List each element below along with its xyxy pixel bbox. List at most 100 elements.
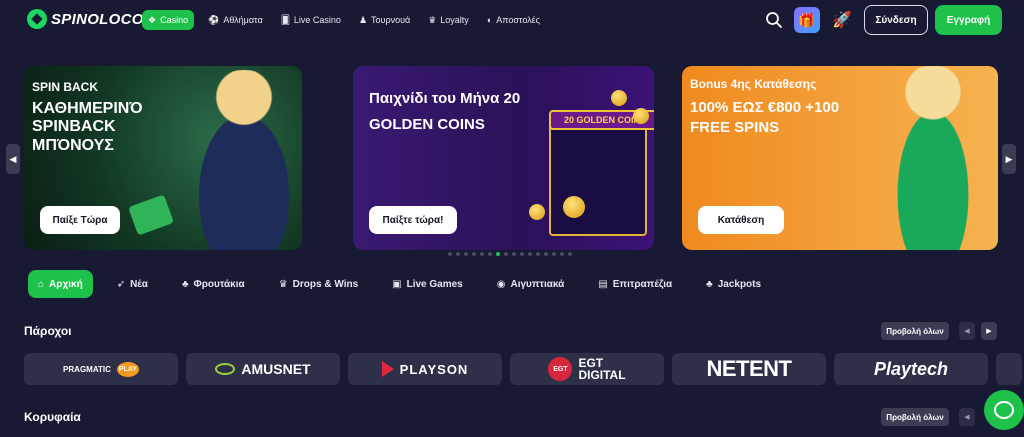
provider-amusnet-label: AMUSNET [241, 361, 311, 377]
category-tabs: ⌂ Αρχική ➶ Νέα ♣ Φρουτάκια ♛ Drops & Win… [28, 270, 785, 298]
tab-table-games[interactable]: ▤ Επιτραπέζια [588, 270, 682, 298]
carousel-dot[interactable] [480, 252, 484, 256]
tournament-icon: ♟ [358, 14, 368, 25]
providers-view-all-button[interactable]: Προβολή όλων [881, 322, 949, 340]
banner-spinback-subtitle: SPIN BACK [32, 80, 99, 94]
search-icon[interactable] [765, 11, 783, 29]
banner-spinback-title: ΚΑΘΗΜΕΡΙΝΌ SPINBACK ΜΠΌΝΟΥΣ [32, 100, 143, 154]
provider-playtech[interactable]: Playtech [834, 353, 988, 385]
carousel-dot[interactable] [488, 252, 492, 256]
nav-loyalty[interactable]: ♛ Loyalty [424, 10, 473, 30]
nav-sports[interactable]: ⚽ Αθλήματα [204, 10, 267, 30]
carousel-dot[interactable] [496, 252, 500, 256]
tab-home[interactable]: ⌂ Αρχική [28, 270, 93, 298]
cards-icon: ▣ [392, 278, 402, 290]
carousel-dots [448, 252, 572, 256]
provider-playson[interactable]: PLAYSON [348, 353, 502, 385]
tab-jackpots-label: Jackpots [717, 278, 762, 290]
carousel-prev-button[interactable]: ◀ [6, 144, 20, 174]
tab-home-label: Αρχική [49, 278, 83, 290]
nav-loyalty-label: Loyalty [440, 15, 469, 25]
carousel-dot[interactable] [552, 252, 556, 256]
carousel-dot[interactable] [560, 252, 564, 256]
tab-jackpots[interactable]: ♣ Jackpots [696, 270, 771, 298]
top-prev-button[interactable]: ◀ [959, 408, 975, 426]
banner-cash-image [128, 194, 174, 236]
tab-egyptian-label: Αιγυπτιακά [510, 278, 565, 290]
chat-support-button[interactable] [984, 390, 1024, 430]
cherry-icon: ♣ [181, 278, 189, 290]
logo-text: SPINOLOCO [51, 10, 144, 28]
carousel-dot[interactable] [504, 252, 508, 256]
eye-icon: ◉ [496, 278, 506, 290]
carousel-dot[interactable] [464, 252, 468, 256]
banner-bonus-title: 100% ΕΩΣ €800 +100 FREE SPINS [690, 99, 840, 136]
tab-drops-wins-label: Drops & Wins [292, 278, 359, 290]
providers-section-title: Πάροχοι [24, 324, 72, 338]
nav-missions[interactable]: ◐ Αποστολές [483, 10, 544, 30]
tab-new-label: Νέα [130, 278, 148, 290]
providers-prev-button[interactable]: ◀ [959, 322, 975, 340]
banner-deposit-button[interactable]: Κατάθεση [698, 206, 784, 234]
coin-icon [611, 90, 627, 106]
carousel-next-button[interactable]: ▶ [1002, 144, 1016, 174]
tab-egyptian[interactable]: ◉ Αιγυπτιακά [487, 270, 575, 298]
carousel-dot[interactable] [448, 252, 452, 256]
banner-game-of-month[interactable]: Παιχνίδι του Μήνα 20 GOLDEN COINS 20 GOL… [353, 66, 654, 250]
provider-egt-label-2: DIGITAL [578, 368, 626, 382]
tab-new[interactable]: ➶ Νέα [107, 270, 158, 298]
carousel-dot[interactable] [568, 252, 572, 256]
nav-missions-label: Αποστολές [496, 15, 541, 25]
banner-spinback-play-button[interactable]: Παίξε Τώρα [40, 206, 120, 234]
provider-netent-label: NETENT [706, 356, 793, 381]
ball-icon: ⚽ [208, 14, 220, 25]
carousel-dot[interactable] [528, 252, 532, 256]
tab-live-games-label: Live Games [406, 278, 463, 290]
register-button[interactable]: Εγγραφή [935, 5, 1002, 35]
tab-slots[interactable]: ♣ Φρουτάκια [172, 270, 255, 298]
banner-spinback[interactable]: SPIN BACK ΚΑΘΗΜΕΡΙΝΌ SPINBACK ΜΠΌΝΟΥΣ Πα… [24, 66, 302, 250]
carousel-dot[interactable] [472, 252, 476, 256]
carousel-dot[interactable] [520, 252, 524, 256]
provider-pragmatic-play[interactable]: PRAGMATIC PLAY [24, 353, 178, 385]
provider-pragmatic-label: PRAGMATIC [63, 364, 111, 374]
carousel-dot[interactable] [456, 252, 460, 256]
nav-casino[interactable]: ❖ Casino [142, 10, 195, 30]
carousel-dot[interactable] [512, 252, 516, 256]
banner-woman-image [174, 70, 302, 250]
missions-icon: ◐ [486, 15, 493, 25]
crown-icon: ♛ [278, 278, 288, 290]
top-view-all-button[interactable]: Προβολή όλων [881, 408, 949, 426]
promo-rocket-icon[interactable]: 🚀 [828, 7, 856, 33]
nav-tournaments[interactable]: ♟ Τουρνουά [355, 10, 414, 30]
provider-next-partial[interactable] [996, 353, 1022, 385]
providers-next-button[interactable]: ▶ [981, 322, 997, 340]
tab-live-games[interactable]: ▣ Live Games [382, 270, 473, 298]
chat-bubble-icon [994, 401, 1014, 419]
provider-pragmatic-label-2: PLAY [116, 361, 139, 377]
banner-deposit-bonus[interactable]: Bonus 4ης Κατάθεσης 100% ΕΩΣ €800 +100 F… [682, 66, 998, 250]
carousel-dot[interactable] [536, 252, 540, 256]
banner-game-play-button[interactable]: Παίξτε τώρα! [369, 206, 457, 234]
spinoloco-logo[interactable]: SPINOLOCO [27, 9, 144, 29]
slot-machine-image [549, 118, 647, 236]
top-section-title: Κορυφαία [24, 410, 81, 424]
tab-table-games-label: Επιτραπέζια [612, 278, 673, 290]
home-icon: ⌂ [38, 278, 45, 290]
coin-icon [563, 196, 585, 218]
logo-icon [27, 9, 47, 29]
egt-logo-icon: EGT [548, 357, 573, 381]
top-header: SPINOLOCO ❖ Casino ⚽ Αθλήματα 🂠 Live Cas… [0, 0, 1024, 40]
gift-icon[interactable]: 🎁 [794, 7, 820, 33]
tab-drops-wins[interactable]: ♛ Drops & Wins [269, 270, 368, 298]
provider-amusnet[interactable]: AMUSNET [186, 353, 340, 385]
login-button[interactable]: Σύνδεση [864, 5, 928, 35]
provider-playtech-label: Playtech [873, 358, 949, 379]
banner-game-title: Παιχνίδι του Μήνα 20 GOLDEN COINS [369, 90, 521, 133]
playson-logo-icon [381, 361, 394, 377]
cards-icon: 🂠 [280, 14, 290, 25]
provider-netent[interactable]: NETENT [672, 353, 826, 385]
provider-egt-digital[interactable]: EGT EGT DIGITAL [510, 353, 664, 385]
nav-live-casino[interactable]: 🂠 Live Casino [277, 10, 345, 30]
carousel-dot[interactable] [544, 252, 548, 256]
